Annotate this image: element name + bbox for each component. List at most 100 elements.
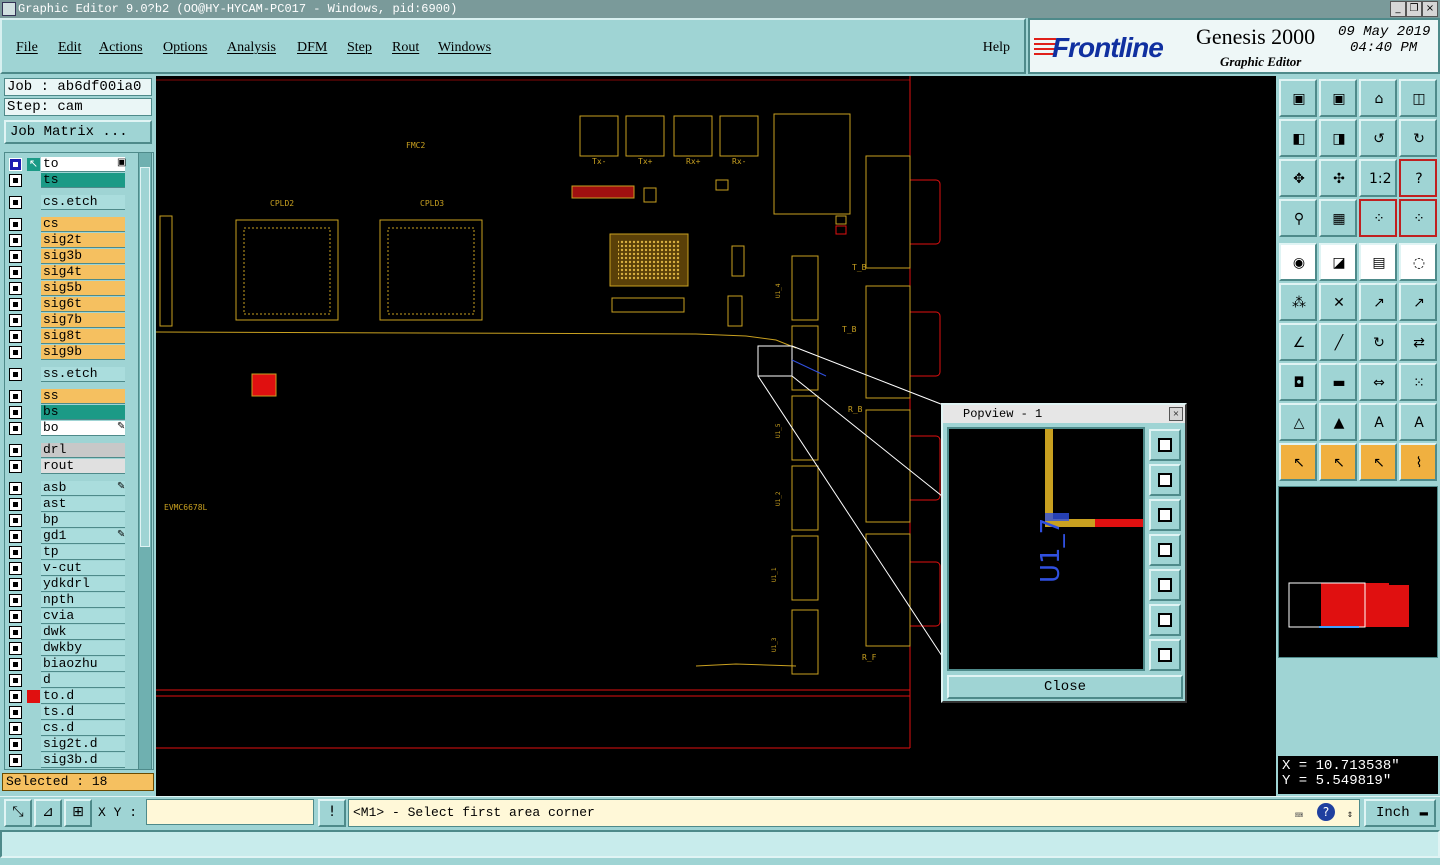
tool-layer-color-icon[interactable]: ⁘ <box>1359 199 1397 237</box>
layer-checkbox[interactable] <box>9 658 22 671</box>
menu-file[interactable]: File <box>16 40 38 56</box>
layer-checkbox[interactable] <box>9 498 22 511</box>
tool-grid-down-icon[interactable]: ▣ <box>1319 79 1357 117</box>
layer-checkbox[interactable] <box>9 562 22 575</box>
layer-list-scrollbar[interactable] <box>138 152 152 770</box>
tool-node-icon[interactable]: ◘ <box>1279 363 1317 401</box>
tool-arrow-node-icon[interactable]: ↗ <box>1359 283 1397 321</box>
keyboard-icon[interactable]: ⌨ <box>1295 804 1303 830</box>
layer-checkbox[interactable] <box>9 422 22 435</box>
layer-checkbox[interactable] <box>9 460 22 473</box>
layer-row-tp[interactable]: tp <box>5 545 127 560</box>
layer-checkbox[interactable] <box>9 234 22 247</box>
layer-checkbox[interactable] <box>9 266 22 279</box>
layer-checkbox[interactable] <box>9 250 22 263</box>
popview-fit-icon[interactable] <box>1149 604 1181 636</box>
layer-row-sig4t[interactable]: sig4t <box>5 265 127 280</box>
layer-row-npth[interactable]: npth <box>5 593 127 608</box>
tool-arrow-node2-icon[interactable]: ↗ <box>1399 283 1437 321</box>
layer-checkbox[interactable] <box>9 594 22 607</box>
warning-button[interactable]: ! <box>318 799 346 827</box>
menu-step[interactable]: Step <box>347 40 372 56</box>
minimap[interactable] <box>1278 486 1438 658</box>
menu-edit[interactable]: Edit <box>58 40 81 56</box>
layer-row-v-cut[interactable]: v-cut <box>5 561 127 576</box>
tool-ruler-icon[interactable]: ▤ <box>1359 243 1397 281</box>
layer-row-ss[interactable]: ss <box>5 389 127 404</box>
layer-checkbox[interactable] <box>9 158 22 171</box>
tool-query-icon[interactable]: ? <box>1399 159 1437 197</box>
layer-row-sig2t-d[interactable]: sig2t.d <box>5 737 127 752</box>
scrollbar-thumb[interactable] <box>140 167 150 547</box>
layer-checkbox[interactable] <box>9 482 22 495</box>
tool-angle-icon[interactable]: ∠ <box>1279 323 1317 361</box>
tool-triangle-icon[interactable]: △ <box>1279 403 1317 441</box>
layer-checkbox[interactable] <box>9 174 22 187</box>
layer-row-to-d[interactable]: to.d <box>5 689 127 704</box>
menu-windows[interactable]: Windows <box>438 40 491 56</box>
layer-row-sig6t[interactable]: sig6t <box>5 297 127 312</box>
layer-row-drl[interactable]: drl <box>5 443 127 458</box>
layer-row-biaozhu[interactable]: biaozhu <box>5 657 127 672</box>
tool-undo-icon[interactable]: ↺ <box>1359 119 1397 157</box>
tool-line-icon[interactable]: ╱ <box>1319 323 1357 361</box>
layer-row-cs[interactable]: cs <box>5 217 127 232</box>
tool-layer-color2-icon[interactable]: ⁘ <box>1399 199 1437 237</box>
measure-icon[interactable]: ⊿ <box>34 799 62 827</box>
tool-home-icon[interactable]: ⌂ <box>1359 79 1397 117</box>
tool-center-icon[interactable]: ✣ <box>1319 159 1357 197</box>
layer-row-cs-d[interactable]: cs.d <box>5 721 127 736</box>
layer-row-sig3b[interactable]: sig3b <box>5 249 127 264</box>
tool-dotted-icon[interactable]: ◌ <box>1399 243 1437 281</box>
popview-pan-down-icon[interactable] <box>1149 499 1181 531</box>
layer-row-ydkdrl[interactable]: ydkdrl <box>5 577 127 592</box>
tool-connect-icon[interactable]: ⁂ <box>1279 283 1317 321</box>
layer-row-sig8t[interactable]: sig8t <box>5 329 127 344</box>
layer-checkbox[interactable] <box>9 406 22 419</box>
menu-analysis[interactable]: Analysis <box>227 40 276 56</box>
layer-row-sig9b[interactable]: sig9b <box>5 345 127 360</box>
layer-checkbox[interactable] <box>9 298 22 311</box>
layer-row-ast[interactable]: ast <box>5 497 127 512</box>
layer-checkbox[interactable] <box>9 314 22 327</box>
zoom-area-icon[interactable]: ⤡ <box>4 799 32 827</box>
close-window-button[interactable]: × <box>1422 1 1438 17</box>
popview-pan-left-icon[interactable] <box>1149 534 1181 566</box>
layer-row-sig7b[interactable]: sig7b <box>5 313 127 328</box>
layer-checkbox[interactable] <box>9 282 22 295</box>
layer-checkbox[interactable] <box>9 722 22 735</box>
layer-checkbox[interactable] <box>9 754 22 767</box>
layer-row-cvia[interactable]: cvia <box>5 609 127 624</box>
popview-pan-up-icon[interactable] <box>1149 464 1181 496</box>
layer-checkbox[interactable] <box>9 444 22 457</box>
xy-input[interactable] <box>146 799 314 825</box>
tool-grid-icon[interactable]: ▦ <box>1319 199 1357 237</box>
menu-help[interactable]: Help <box>983 40 1010 56</box>
layer-checkbox[interactable] <box>9 368 22 381</box>
menu-actions[interactable]: Actions <box>99 40 143 56</box>
layer-checkbox[interactable] <box>9 610 22 623</box>
menu-dfm[interactable]: DFM <box>297 40 327 56</box>
tool-bar-icon[interactable]: ▬ <box>1319 363 1357 401</box>
layer-row-cs-etch[interactable]: cs.etch <box>5 195 127 210</box>
layer-row-ss-etch[interactable]: ss.etch <box>5 367 127 382</box>
tool-resize-icon[interactable]: ⇔ <box>1359 363 1397 401</box>
layer-row-rout[interactable]: rout <box>5 459 127 474</box>
tool-triangle2-icon[interactable]: ▲ <box>1319 403 1357 441</box>
layer-row-ts[interactable]: ts <box>5 173 127 188</box>
layer-checkbox[interactable] <box>9 196 22 209</box>
layer-checkbox[interactable] <box>9 346 22 359</box>
layer-checkbox[interactable] <box>9 642 22 655</box>
minimize-button[interactable]: _ <box>1390 1 1406 17</box>
layer-checkbox[interactable] <box>9 578 22 591</box>
unit-selector[interactable]: Inch ▬ <box>1364 799 1436 827</box>
layer-checkbox[interactable] <box>9 738 22 751</box>
tool-route-icon[interactable]: ⌇ <box>1399 443 1437 481</box>
layer-row-bs[interactable]: bs <box>5 405 127 420</box>
tool-flip-icon[interactable]: ⇄ <box>1399 323 1437 361</box>
tool-cut-icon[interactable]: ◪ <box>1319 243 1357 281</box>
layer-row-d[interactable]: d <box>5 673 127 688</box>
tool-select-icon[interactable]: ◉ <box>1279 243 1317 281</box>
tool-pointer-box-icon[interactable]: ↖ <box>1319 443 1357 481</box>
layer-row-dwk[interactable]: dwk <box>5 625 127 640</box>
